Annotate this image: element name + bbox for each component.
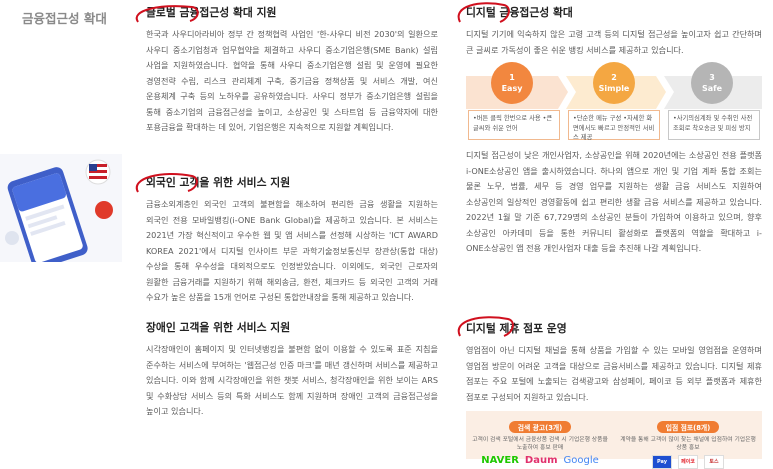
step-simple: 2 Simple	[590, 62, 638, 105]
toss-logo: 토스	[704, 455, 724, 469]
step-safe: 3 Safe	[688, 62, 736, 105]
digital-section-intro: 디지털 기기에 익숙하지 않은 고령 고객 등의 디지털 접근성을 높이고자 쉽…	[466, 29, 762, 55]
naver-logo: NAVER	[481, 455, 519, 467]
step-simple-desc: •단순한 메뉴 구성 •자세한 화면에서도 빠르고 안정적인 서비스 제공	[568, 110, 660, 141]
search-ad-panel: 검색 광고(3개) 고객이 검색 포털에서 금융상품 검색 시 기업은행 상품을…	[470, 415, 610, 466]
search-ad-label: 검색 광고(3개)	[508, 421, 572, 434]
step-safe-desc: •사기의심계좌 및 수취인 사전 조회로 착오송금 및 피싱 방지	[668, 110, 760, 141]
partner-section-body: 영업점이 아닌 디지털 채널을 통해 상품을 가입할 수 있는 모바일 영업점을…	[466, 345, 762, 402]
disabled-section-title: 장애인 고객을 위한 서비스 지원	[146, 321, 291, 334]
foreign-banking-phone-illustration	[0, 154, 122, 262]
step-easy: 1 Easy	[488, 62, 536, 105]
step-easy-desc: •버튼 클릭 한번으로 사용 •큰 글씨와 쉬운 언어	[468, 110, 560, 141]
disabled-section-body: 시각장애인이 홈페이지 및 인터넷뱅킹을 불편함 없이 이용할 수 있도록 표준…	[146, 344, 438, 417]
global-section-body: 한국과 사우디아라비아 정부 간 정책협력 사업인 '한-사우디 비전 2030…	[146, 29, 438, 133]
store-label: 입점 점포(8개)	[656, 421, 720, 434]
section-side-label: 금융접근성 확대	[22, 11, 107, 26]
partner-channels-box: 검색 광고(3개) 고객이 검색 포털에서 금융상품 검색 시 기업은행 상품을…	[466, 411, 762, 469]
foreign-section-body: 금융소외계층인 외국인 고객의 불편함을 해소하여 편리한 금융 생활을 지원하…	[146, 199, 438, 303]
payco-logo: 페이코	[678, 455, 698, 469]
step-number: 3	[709, 73, 715, 83]
step-name: Simple	[598, 84, 630, 94]
global-section-title: 글로벌 금융접근성 확대 지원	[135, 5, 438, 23]
middle-column: 글로벌 금융접근성 확대 지원 한국과 사우디아라비아 정부 간 정책협력 사업…	[135, 5, 438, 420]
foreign-section-title: 외국인 고객을 위한 서비스 지원	[135, 172, 438, 193]
step-name: Easy	[501, 84, 523, 94]
digital-section-body: 디지털 접근성이 낮은 개인사업자, 소상공인을 위해 2020년에는 소상공인…	[466, 150, 762, 254]
store-desc: 계약을 통해 고객이 많이 찾는 채널에 입점하여 기업은행 상품 홍보	[620, 437, 756, 452]
search-ad-desc: 고객이 검색 포털에서 금융상품 검색 시 기업은행 상품을 노출하여 홍보 판…	[472, 437, 608, 452]
daum-logo: Daum	[524, 455, 558, 467]
google-logo: Google	[563, 455, 599, 467]
partner-section-title: 디지털 제휴 점포 운영	[457, 316, 762, 338]
step-name: Safe	[701, 84, 723, 94]
step-number: 2	[611, 73, 617, 83]
digital-section-title: 디지털 금융접근성 확대	[457, 2, 762, 23]
step-number: 1	[509, 73, 515, 83]
store-panel: 입점 점포(8개) 계약을 통해 고객이 많이 찾는 채널에 입점하여 기업은행…	[618, 415, 758, 469]
easy-banking-steps: 1 Easy 2 Simple 3 Safe •버튼 클릭 한번으로 사용 •큰 글씨…	[466, 62, 762, 142]
right-column: 디지털 금융접근성 확대 디지털 기기에 익숙하지 않은 고령 고객 등의 디지…	[457, 2, 762, 469]
samsung-pay-logo: Pay	[652, 455, 672, 469]
